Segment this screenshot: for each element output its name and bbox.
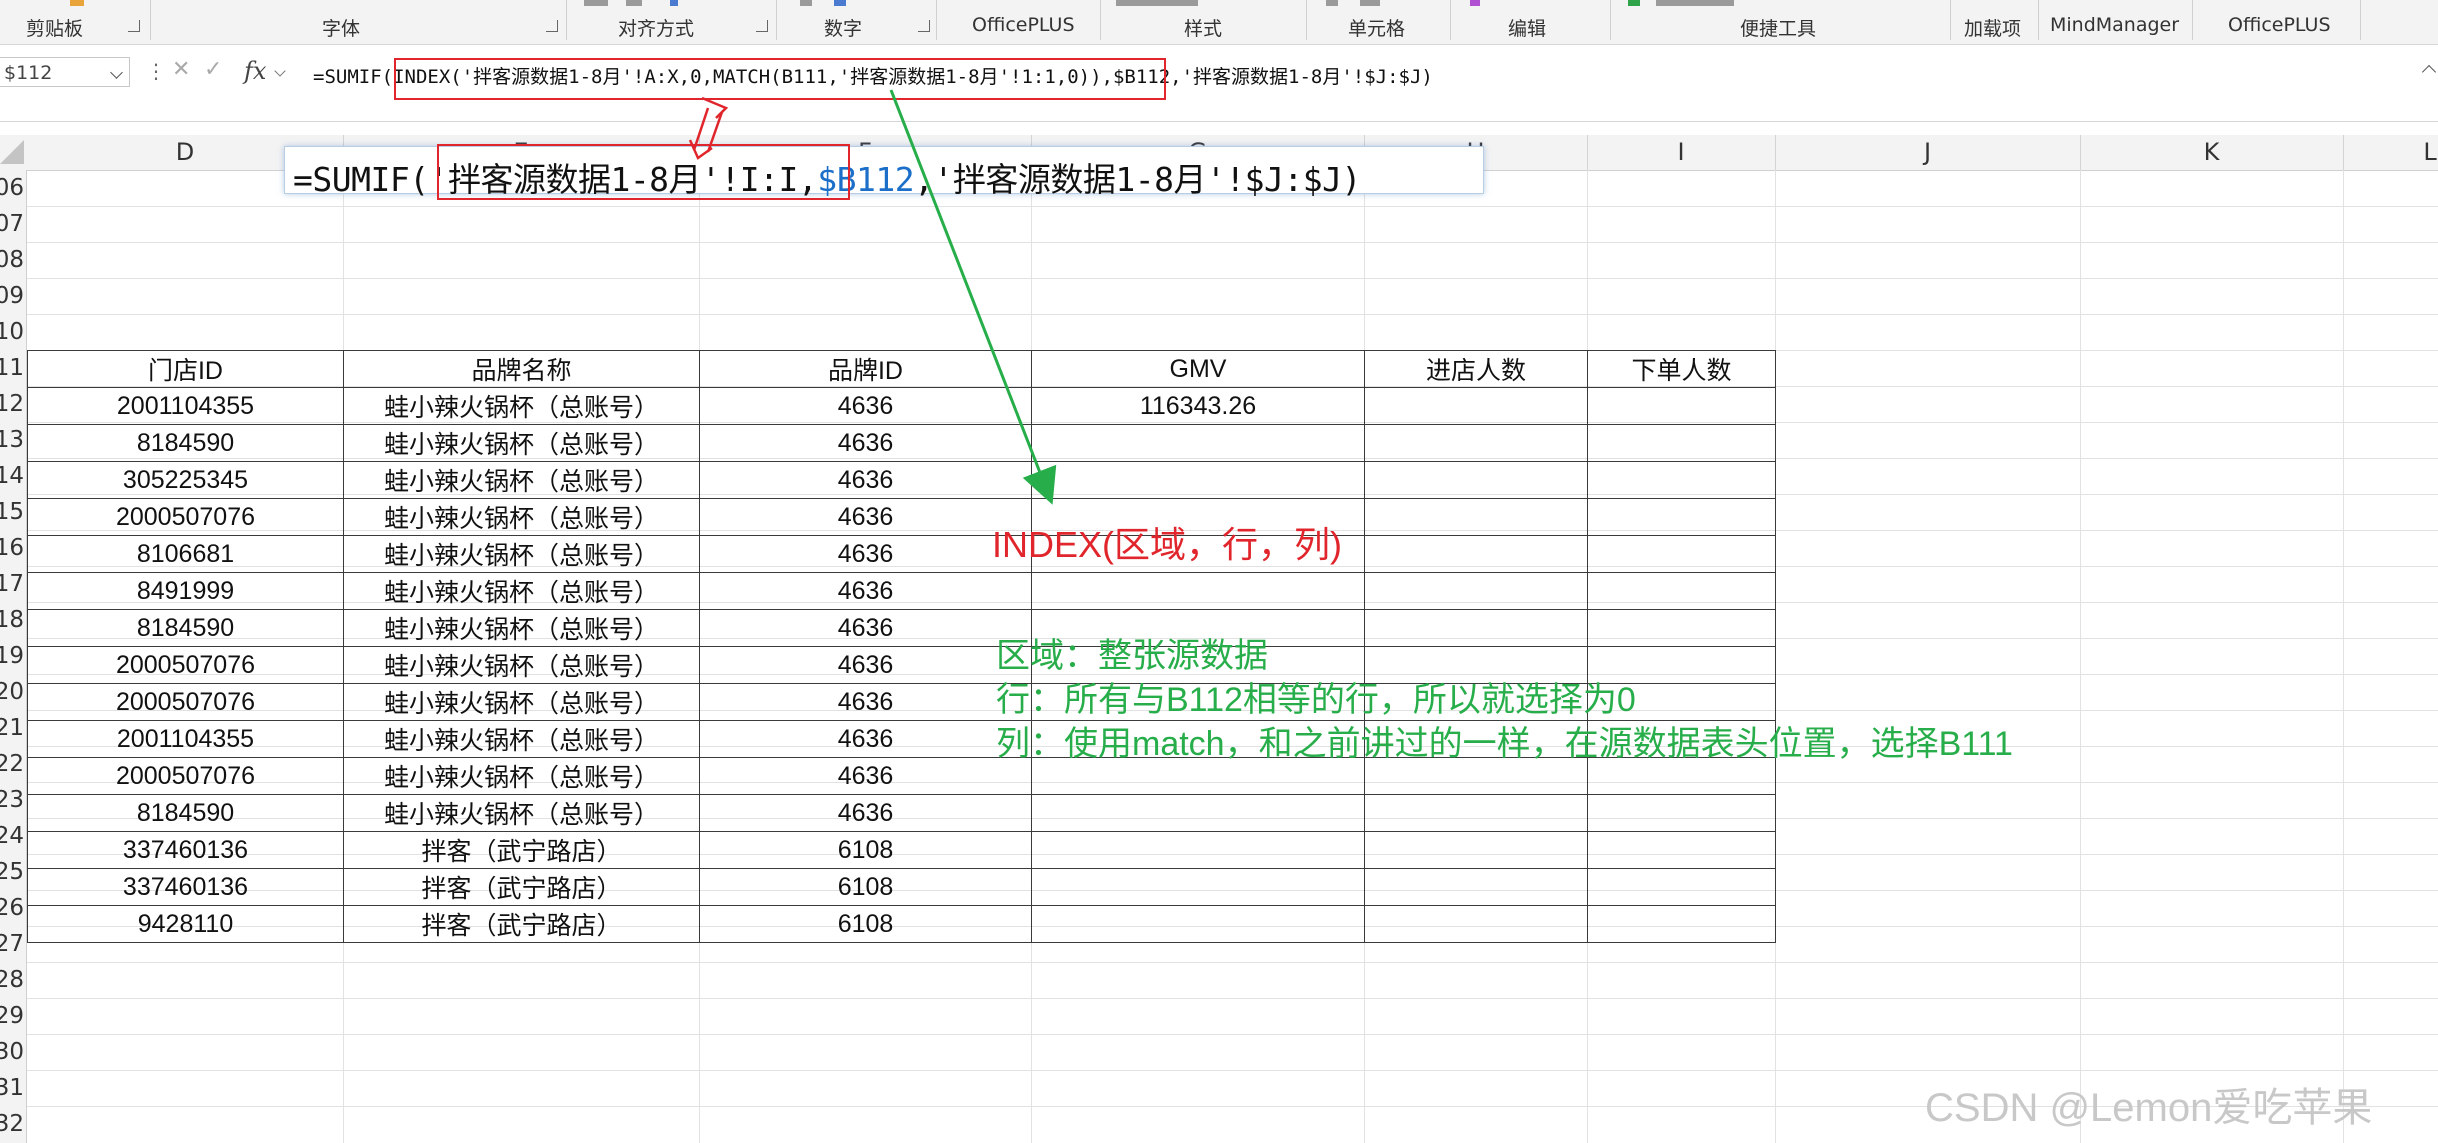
double-arrow-icon [688,96,729,160]
annotation-arrows [688,89,1057,505]
column-note: 列：使用match，和之前讲过的一样，在源数据表头位置，选择B111 [996,725,2013,763]
watermark: CSDN @Lemon爱吃苹果 [1925,1086,2373,1130]
area-note: 区域：整张源数据 [996,637,1268,675]
row-note: 行：所有与B112相等的行，所以就选择为0 [996,681,1636,719]
index-syntax-note: INDEX(区域，行，列) [992,524,1342,565]
pointer-arrow-icon [889,89,1057,505]
